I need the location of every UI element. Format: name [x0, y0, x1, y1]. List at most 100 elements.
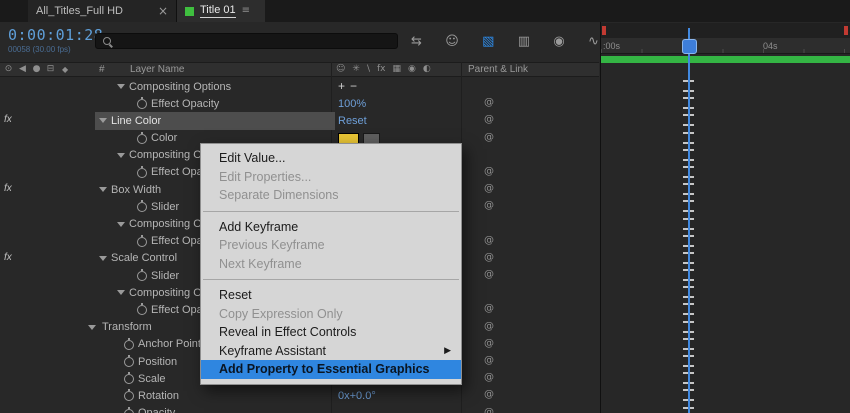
- pickwhip-icon[interactable]: @: [484, 184, 494, 194]
- pickwhip-icon[interactable]: @: [484, 390, 494, 400]
- solo-icon: ●: [32, 64, 41, 74]
- tab-title-01[interactable]: Title 01 ≡: [177, 0, 265, 22]
- timeline-row: [601, 267, 850, 284]
- pickwhip-icon[interactable]: @: [484, 201, 494, 211]
- menu-item-next-keyframe[interactable]: Next Keyframe: [201, 255, 461, 274]
- pickwhip-icon[interactable]: @: [484, 166, 494, 177]
- twirl-down-icon[interactable]: [99, 118, 107, 124]
- nav-start-marker[interactable]: [602, 26, 606, 35]
- pickwhip-icon[interactable]: @: [484, 98, 494, 108]
- menu-item-add-property-to-essential-graphics[interactable]: Add Property to Essential Graphics: [201, 360, 461, 379]
- menu-separator: [203, 279, 459, 280]
- pickwhip-icon[interactable]: @: [484, 338, 494, 349]
- property-row[interactable]: fx Compositing Options +− @: [0, 78, 599, 95]
- layer-duration-bar[interactable]: [601, 56, 850, 63]
- menu-item-edit-value[interactable]: Edit Value...: [201, 149, 461, 168]
- search-box[interactable]: [95, 33, 398, 49]
- collapse-icon: ✳: [352, 64, 360, 74]
- menu-item-reset[interactable]: Reset: [201, 286, 461, 305]
- pickwhip-icon[interactable]: @: [484, 321, 494, 332]
- property-value[interactable]: 100%: [338, 98, 366, 110]
- nav-end-marker[interactable]: [844, 26, 848, 35]
- stopwatch-icon[interactable]: [124, 372, 134, 385]
- frame-blend-icon[interactable]: ▥: [518, 35, 530, 48]
- twirl-down-icon[interactable]: [117, 152, 125, 158]
- twirl-down-icon[interactable]: [99, 255, 107, 261]
- menu-item-label: Separate Dimensions: [219, 188, 339, 202]
- twirl-down-icon[interactable]: [117, 221, 125, 227]
- menu-item-previous-keyframe[interactable]: Previous Keyframe: [201, 236, 461, 255]
- add-remove-property-buttons[interactable]: +−: [338, 79, 362, 93]
- search-input[interactable]: [117, 34, 381, 48]
- pickwhip-icon[interactable]: @: [484, 373, 494, 383]
- twirl-down-icon[interactable]: [117, 290, 125, 296]
- timeline-area[interactable]: :00s 04s: [600, 22, 850, 413]
- timeline-toolbar: ⇆ ☺ ▧ ▥ ◉ ∿: [405, 31, 605, 51]
- timeline-row: [601, 112, 850, 129]
- playhead-line[interactable]: [688, 28, 690, 413]
- stopwatch-icon[interactable]: [137, 269, 147, 282]
- motion-blur-icon[interactable]: ◉: [553, 35, 564, 48]
- property-label: Effect Opacity: [151, 97, 220, 110]
- current-time-indicator-handle[interactable]: [682, 39, 697, 54]
- property-row[interactable]: fx Opacity @: [0, 405, 599, 413]
- current-timecode[interactable]: 0:00:01:28: [8, 26, 103, 44]
- menu-item-copy-expression-only[interactable]: Copy Expression Only: [201, 305, 461, 324]
- menu-item-keyframe-assistant[interactable]: Keyframe Assistant ▶: [201, 342, 461, 361]
- close-icon[interactable]: ×: [158, 5, 168, 17]
- stopwatch-icon[interactable]: [124, 337, 134, 350]
- property-label: Slider: [151, 269, 180, 282]
- menu-item-edit-properties[interactable]: Edit Properties...: [201, 168, 461, 187]
- stopwatch-icon[interactable]: [124, 355, 134, 367]
- pickwhip-icon[interactable]: @: [484, 304, 494, 314]
- property-value[interactable]: Reset: [338, 115, 367, 127]
- pickwhip-icon[interactable]: @: [484, 270, 494, 280]
- menu-item-label: Keyframe Assistant: [219, 343, 326, 358]
- shy-icon[interactable]: ☺: [445, 35, 459, 48]
- menu-item-add-keyframe[interactable]: Add Keyframe: [201, 218, 461, 237]
- property-row[interactable]: fx Effect Opacity 100% @: [0, 95, 599, 112]
- stopwatch-icon[interactable]: [124, 389, 134, 402]
- time-ruler[interactable]: :00s 04s: [601, 38, 850, 54]
- pickwhip-icon[interactable]: @: [484, 115, 494, 125]
- ruler-tick-marks: [601, 49, 850, 53]
- pickwhip-icon[interactable]: @: [484, 252, 494, 263]
- property-row[interactable]: fx Line Color Reset @: [0, 112, 599, 130]
- frame-info: 00058 (30.00 fps): [8, 45, 71, 54]
- timeline-row: [601, 95, 850, 112]
- stopwatch-icon[interactable]: [137, 97, 147, 110]
- twirl-down-icon[interactable]: [88, 324, 96, 330]
- timeline-row: [601, 353, 850, 370]
- draft-3d-icon[interactable]: ▧: [482, 35, 494, 48]
- search-icon: [103, 37, 111, 45]
- minus-icon[interactable]: −: [350, 79, 357, 93]
- after-effects-timeline-panel: All_Titles_Full HD × Title 01 ≡ 0:00:01:…: [0, 0, 850, 413]
- stopwatch-icon[interactable]: [137, 131, 147, 144]
- graph-editor-icon[interactable]: ∿: [588, 35, 599, 48]
- panel-menu-icon[interactable]: ≡: [242, 6, 250, 16]
- menu-item-reveal-in-effect-controls[interactable]: Reveal in Effect Controls: [201, 323, 461, 342]
- menu-item-label: Edit Value...: [219, 151, 286, 165]
- pickwhip-icon[interactable]: @: [484, 132, 494, 143]
- property-value[interactable]: 0x+0.0°: [338, 390, 376, 402]
- tab-all-titles-full-hd[interactable]: All_Titles_Full HD ×: [28, 0, 177, 22]
- stopwatch-icon[interactable]: [137, 234, 147, 247]
- timeline-row: [601, 250, 850, 267]
- motion-blur-switch-icon: ◉: [408, 64, 416, 74]
- pickwhip-icon[interactable]: @: [484, 235, 494, 246]
- stopwatch-icon[interactable]: [137, 165, 147, 178]
- pickwhip-icon[interactable]: @: [484, 356, 494, 366]
- timeline-navigator[interactable]: [601, 23, 850, 38]
- pickwhip-icon[interactable]: @: [484, 407, 494, 413]
- twirl-down-icon[interactable]: [117, 84, 125, 89]
- stopwatch-icon[interactable]: [124, 406, 134, 413]
- menu-item-separate-dimensions[interactable]: Separate Dimensions: [201, 186, 461, 205]
- mini-flowchart-icon[interactable]: ⇆: [411, 35, 422, 48]
- stopwatch-icon[interactable]: [137, 303, 147, 316]
- property-row[interactable]: fx Rotation 0x+0.0° @: [0, 387, 599, 404]
- context-menu: Edit Value... Edit Properties... Separate …: [200, 143, 462, 385]
- twirl-down-icon[interactable]: [99, 187, 107, 193]
- stopwatch-icon[interactable]: [137, 200, 147, 213]
- parent-link-column-label: Parent & Link: [468, 64, 529, 75]
- plus-icon[interactable]: +: [338, 79, 345, 93]
